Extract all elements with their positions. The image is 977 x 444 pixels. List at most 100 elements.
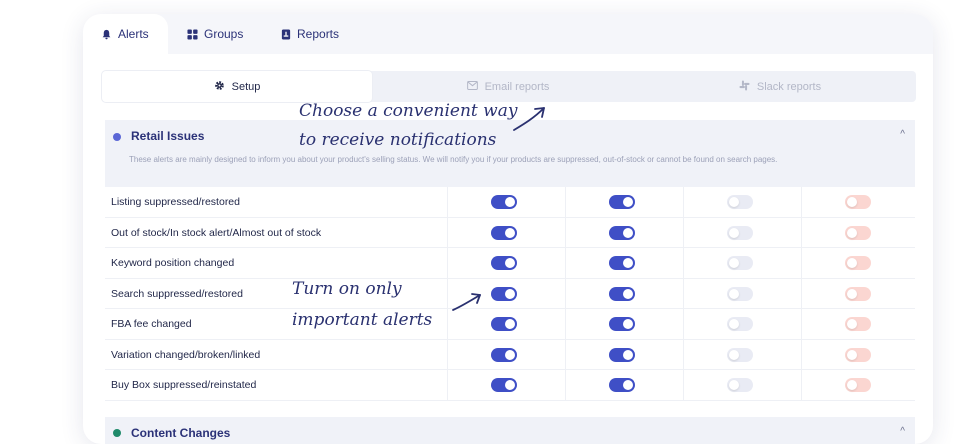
annotation-mid-line1: Turn on only — [292, 279, 402, 299]
chevron-up-icon[interactable]: ^ — [900, 129, 905, 140]
toggle-knob — [729, 227, 739, 238]
alert-label: Keyword position changed — [111, 257, 235, 269]
column-divider — [565, 278, 566, 308]
toggle-switch[interactable] — [491, 225, 517, 240]
toggle-knob — [505, 288, 515, 299]
table-row: Buy Box suppressed/reinstated — [105, 370, 915, 401]
column-divider — [683, 187, 684, 217]
section-content-changes[interactable]: Content Changes ^ — [105, 417, 915, 444]
alert-rows: Listing suppressed/restored Out of stock/… — [105, 187, 915, 401]
toggle-knob — [623, 197, 633, 207]
toggle-switch[interactable] — [845, 225, 871, 240]
toggle-switch[interactable] — [845, 286, 871, 301]
alert-label: Out of stock/In stock alert/Almost out o… — [111, 226, 322, 239]
table-row: Keyword position changed — [105, 248, 915, 279]
tab-groups-label: Groups — [204, 27, 244, 41]
bell-icon — [101, 29, 112, 40]
toggle-switch[interactable] — [727, 378, 753, 392]
alert-label: FBA fee changed — [111, 318, 192, 330]
tab-alerts-label: Alerts — [118, 27, 149, 41]
table-row: Out of stock/In stock alert/Almost out o… — [105, 217, 915, 248]
toggle-switch[interactable] — [491, 378, 517, 392]
toggle-switch[interactable] — [727, 225, 753, 240]
column-divider — [447, 248, 448, 278]
subtab-slack-label: Slack reports — [756, 80, 822, 93]
toggle-switch[interactable] — [727, 195, 753, 209]
toggle-knob — [505, 349, 515, 360]
toggle-knob — [623, 349, 633, 360]
tab-groups[interactable]: Groups — [169, 14, 259, 54]
column-divider — [565, 339, 566, 369]
column-divider — [801, 248, 802, 278]
tab-alerts[interactable]: Alerts — [83, 14, 168, 54]
section-dot — [113, 429, 121, 437]
toggle-knob — [847, 227, 857, 238]
column-divider — [447, 217, 448, 247]
toggle-switch[interactable] — [727, 317, 753, 331]
alerts-panel: Alerts Groups Reports Setup Email report… — [83, 14, 933, 444]
chevron-up-icon[interactable]: ^ — [900, 426, 905, 437]
arrow-icon — [513, 107, 545, 131]
column-divider — [683, 339, 684, 369]
toggle-switch[interactable] — [845, 317, 871, 331]
toggle-switch[interactable] — [491, 347, 517, 362]
toggle-switch[interactable] — [609, 347, 635, 362]
table-row: Search suppressed/restored — [105, 278, 915, 309]
column-divider — [447, 370, 448, 400]
toggle-switch[interactable] — [845, 378, 871, 392]
alert-label: Variation changed/broken/linked — [111, 348, 261, 361]
annotation-top-line2: to receive notifications — [299, 130, 497, 150]
toggle-switch[interactable] — [845, 347, 871, 362]
subtab-setup-label: Setup — [231, 80, 261, 93]
toggle-switch[interactable] — [727, 256, 753, 270]
column-divider — [565, 370, 566, 400]
column-divider — [683, 309, 684, 339]
toggle-knob — [847, 197, 857, 207]
toggle-knob — [623, 319, 633, 329]
column-divider — [801, 370, 802, 400]
toggle-knob — [847, 319, 857, 329]
annotation-top-line1: Choose a convenient way — [299, 101, 518, 121]
toggle-switch[interactable] — [609, 256, 635, 270]
subtab-email-label: Email reports — [484, 80, 550, 93]
column-divider — [801, 278, 802, 308]
subtab-setup[interactable]: Setup — [102, 71, 372, 102]
toggle-knob — [505, 380, 515, 390]
toggle-switch[interactable] — [491, 256, 517, 270]
toggle-switch[interactable] — [609, 317, 635, 331]
toggle-switch[interactable] — [491, 195, 517, 209]
tab-reports[interactable]: Reports — [263, 14, 353, 54]
column-divider — [565, 187, 566, 217]
top-nav: Alerts Groups Reports — [83, 14, 933, 54]
toggle-switch[interactable] — [727, 286, 753, 301]
subtab-email-reports[interactable]: Email reports — [372, 71, 644, 102]
toggle-switch[interactable] — [609, 286, 635, 301]
mail-icon — [466, 80, 478, 93]
toggle-knob — [623, 258, 633, 268]
table-row: Listing suppressed/restored — [105, 187, 915, 218]
toggle-switch[interactable] — [491, 317, 517, 331]
column-divider — [683, 370, 684, 400]
section-title: Content Changes — [131, 426, 231, 440]
section-dot — [113, 133, 121, 141]
toggle-switch[interactable] — [609, 225, 635, 240]
table-row: FBA fee changed — [105, 309, 915, 340]
column-divider — [447, 187, 448, 217]
report-icon — [281, 28, 291, 40]
toggle-switch[interactable] — [491, 286, 517, 301]
table-row: Variation changed/broken/linked — [105, 339, 915, 370]
subtab-slack-reports[interactable]: Slack reports — [644, 71, 916, 102]
report-channel-tabs: Setup Email reports Slack reports — [102, 71, 916, 102]
column-divider — [565, 248, 566, 278]
gear-icon — [214, 80, 225, 94]
column-divider — [801, 187, 802, 217]
alert-label: Search suppressed/restored — [111, 287, 243, 300]
toggle-switch[interactable] — [845, 256, 871, 270]
alert-label: Listing suppressed/restored — [111, 196, 240, 208]
toggle-switch[interactable] — [845, 195, 871, 209]
toggle-switch[interactable] — [727, 347, 753, 362]
toggle-switch[interactable] — [609, 378, 635, 392]
toggle-knob — [847, 258, 857, 268]
toggle-knob — [729, 349, 739, 360]
toggle-switch[interactable] — [609, 195, 635, 209]
